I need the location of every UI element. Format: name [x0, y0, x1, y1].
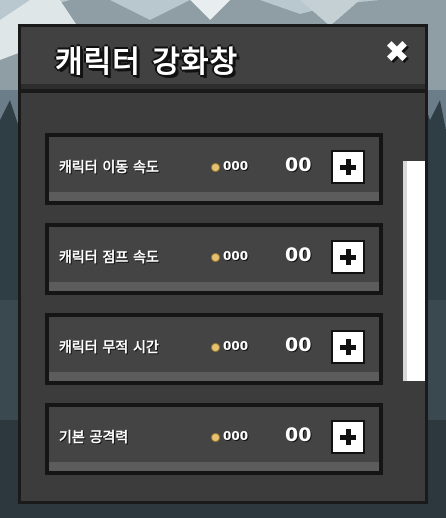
upgrade-label: 캐릭터 이동 속도 [59, 160, 159, 176]
plus-icon [346, 339, 351, 355]
upgrade-item-base-attack: 기본 공격력 000 00 [45, 403, 383, 475]
upgrade-plus-button[interactable] [331, 420, 365, 454]
coin-icon [211, 343, 220, 352]
upgrade-item-invincible-time: 캐릭터 무적 시간 000 00 [45, 313, 383, 385]
scrollbar-thumb[interactable] [403, 161, 425, 381]
scrollbar-track [403, 133, 425, 493]
upgrade-level: 00 [285, 424, 312, 446]
plus-icon [346, 249, 351, 265]
coin-icon [211, 433, 220, 442]
upgrade-level: 00 [285, 244, 312, 266]
upgrade-level: 00 [285, 154, 312, 176]
upgrade-item-jump-speed: 캐릭터 점프 속도 000 00 [45, 223, 383, 295]
coin-icon [211, 163, 220, 172]
upgrade-plus-button[interactable] [331, 150, 365, 184]
upgrade-label: 캐릭터 점프 속도 [59, 250, 159, 266]
upgrade-plus-button[interactable] [331, 330, 365, 364]
upgrade-item-move-speed: 캐릭터 이동 속도 000 00 [45, 133, 383, 205]
upgrade-cost: 000 [223, 249, 249, 263]
character-upgrade-window: 캐릭터 강화창 ✖ 캐릭터 이동 속도 000 00 캐릭터 점프 속도 000… [18, 24, 428, 504]
upgrade-cost: 000 [223, 159, 249, 173]
upgrade-cost: 000 [223, 339, 249, 353]
upgrade-plus-button[interactable] [331, 240, 365, 274]
window-title: 캐릭터 강화창 [55, 45, 239, 80]
window-header: 캐릭터 강화창 ✖ [21, 27, 425, 93]
game-scene: 캐릭터 강화창 ✖ 캐릭터 이동 속도 000 00 캐릭터 점프 속도 000… [0, 0, 446, 518]
coin-icon [211, 253, 220, 262]
upgrade-label: 기본 공격력 [59, 430, 129, 446]
close-icon[interactable]: ✖ [383, 38, 411, 68]
upgrade-label: 캐릭터 무적 시간 [59, 340, 159, 356]
upgrade-level: 00 [285, 334, 312, 356]
upgrade-cost: 000 [223, 429, 249, 443]
plus-icon [346, 159, 351, 175]
plus-icon [346, 429, 351, 445]
